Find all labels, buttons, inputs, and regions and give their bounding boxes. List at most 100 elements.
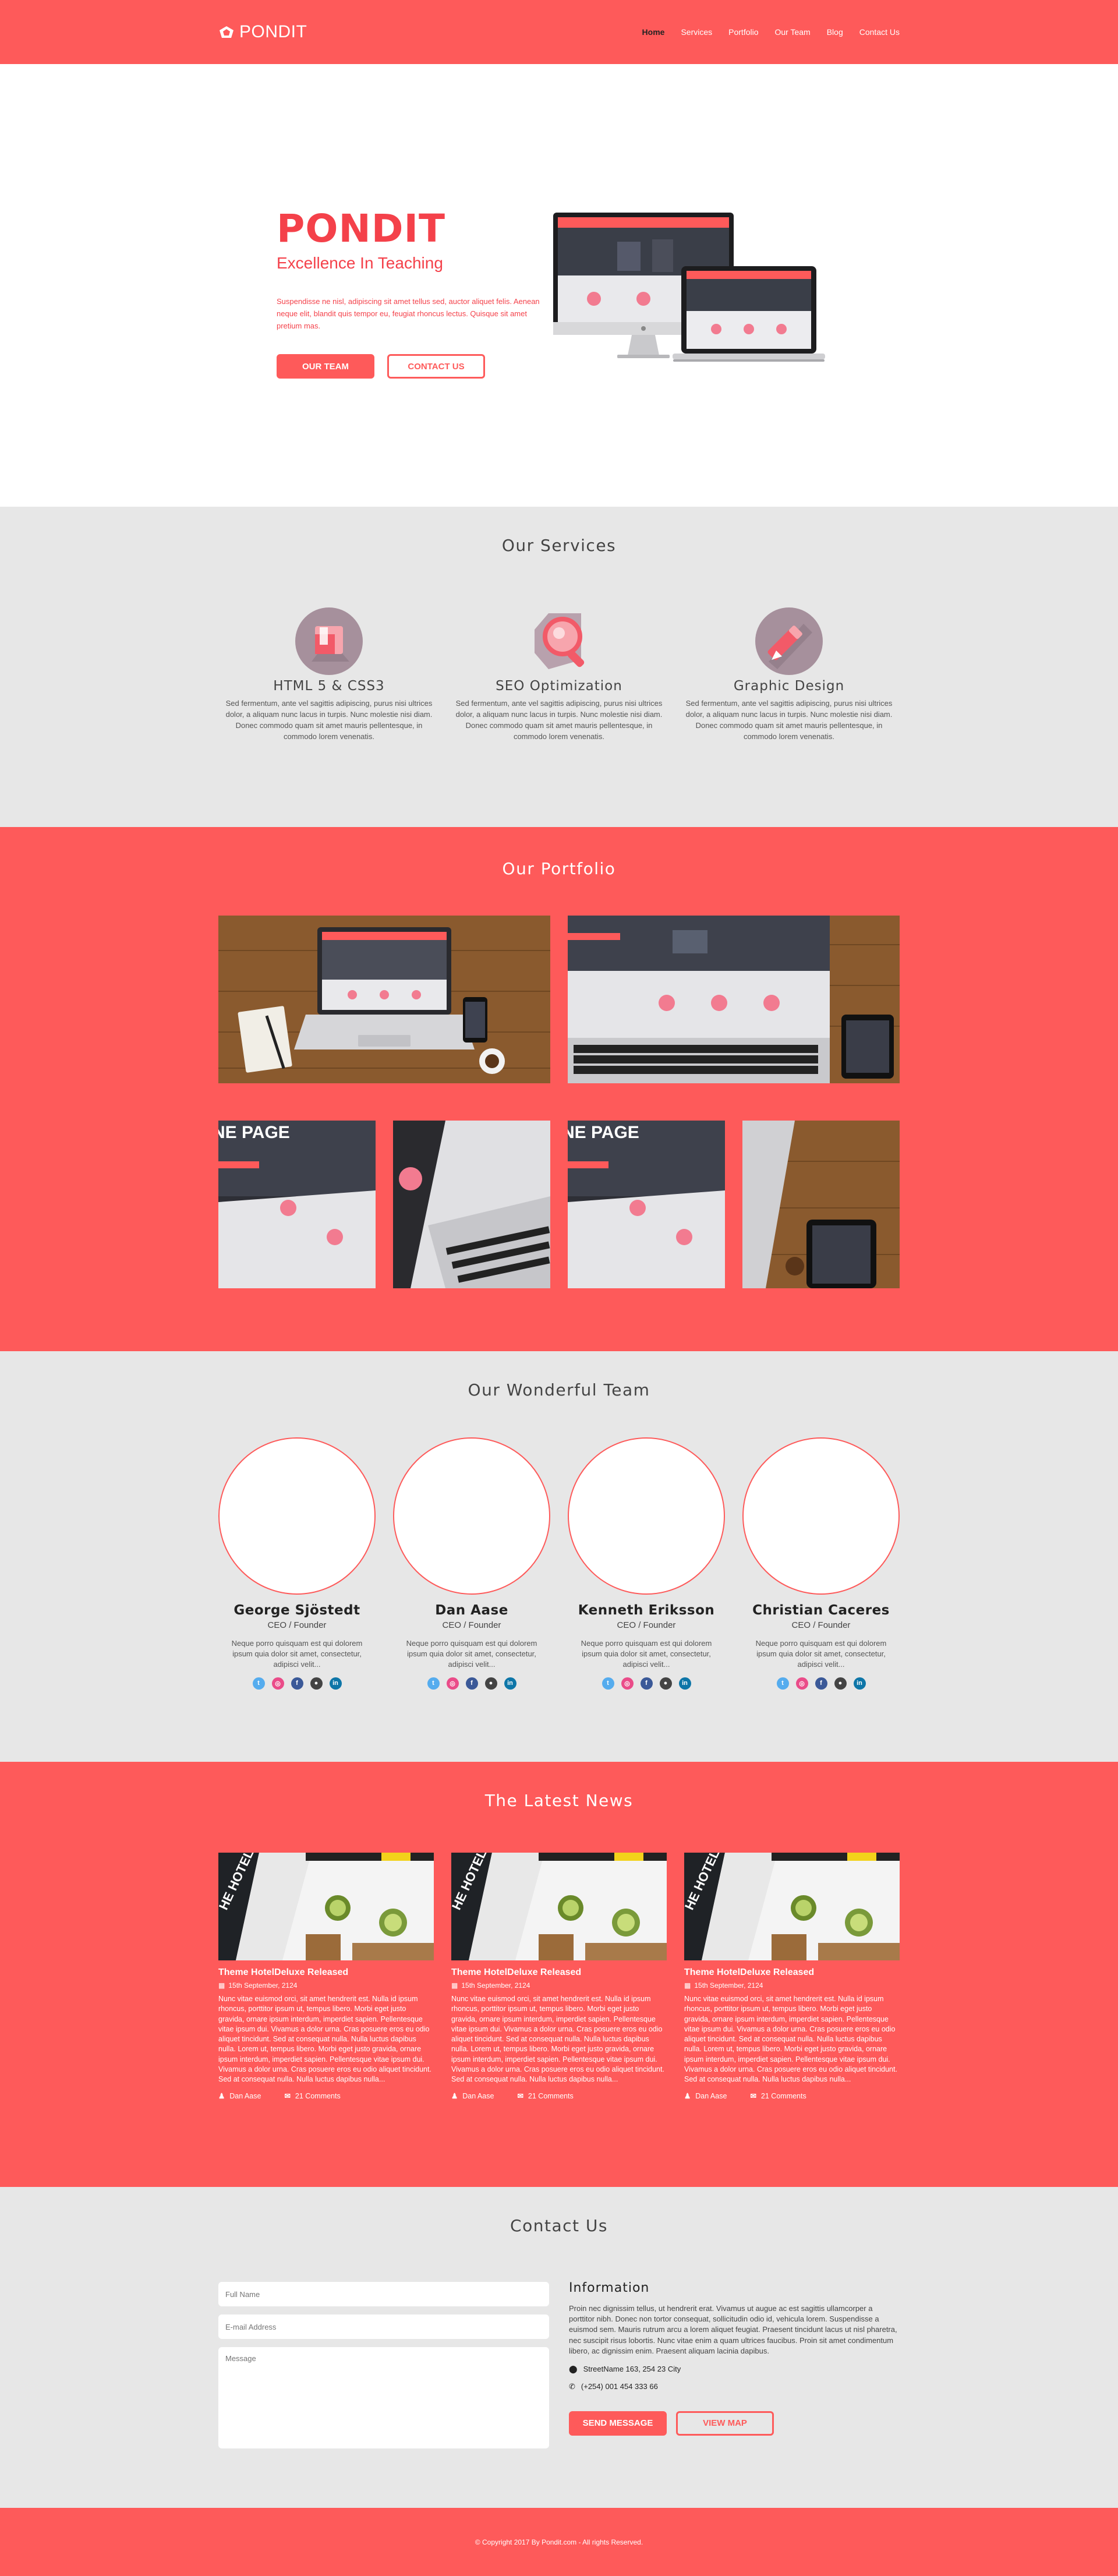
phone-icon: ✆ — [569, 2381, 575, 2391]
news-post: HE HOTELS Theme HotelDeluxe Released ▦ 1… — [451, 1853, 667, 2100]
dribbble-icon[interactable]: ◎ — [446, 1677, 459, 1690]
nav-item-home[interactable]: Home — [642, 27, 665, 37]
service-name: Graphic Design — [733, 679, 845, 694]
contact-info: Information Proin nec dignissim tellus, … — [569, 2281, 900, 2457]
facebook-icon[interactable]: f — [815, 1677, 827, 1690]
post-thumbnail[interactable]: HE HOTELS — [451, 1853, 667, 1960]
dribbble-icon[interactable]: ◎ — [621, 1677, 634, 1690]
linkedin-icon[interactable]: in — [504, 1677, 516, 1690]
brand-logo[interactable]: PONDIT — [218, 22, 307, 42]
portfolio-item[interactable] — [393, 1121, 550, 1288]
nav-item-our-team[interactable]: Our Team — [775, 27, 811, 37]
portfolio-item[interactable] — [218, 916, 550, 1083]
services-section: Our Services HTML 5 & CSS3 Sed fermentum… — [0, 507, 1118, 827]
message-textarea[interactable] — [218, 2347, 549, 2448]
service-card: SEO Optimization Sed fermentum, ante vel… — [451, 606, 667, 742]
info-title: Information — [569, 2281, 650, 2295]
post-author[interactable]: ♟ Dan Aase — [451, 2091, 494, 2101]
portfolio-item[interactable]: NE PAGE — [218, 1121, 376, 1288]
member-role: CEO / Founder — [617, 1620, 676, 1630]
svg-text:NE PAGE: NE PAGE — [218, 1123, 290, 1142]
post-comments[interactable]: ✉ 21 Comments — [517, 2091, 574, 2101]
top-navbar: PONDIT Home Services Portfolio Our Team … — [0, 0, 1118, 64]
portfolio-item[interactable] — [742, 1121, 900, 1288]
footer: © Copyright 2017 By Pondit.com - All rig… — [0, 2508, 1118, 2576]
contact-us-button[interactable]: CONTACT US — [387, 354, 485, 379]
send-message-button[interactable]: SEND MESSAGE — [569, 2411, 667, 2436]
twitter-icon[interactable]: t — [776, 1677, 789, 1690]
twitter-icon[interactable]: t — [427, 1677, 440, 1690]
linkedin-icon[interactable]: in — [329, 1677, 342, 1690]
post-excerpt: Nunc vitae euismod orci, sit amet hendre… — [684, 1995, 897, 2083]
portfolio-section: Our Portfolio NE PAGE NE PAGE — [0, 827, 1118, 1351]
brand-name: PONDIT — [239, 22, 307, 41]
team-member-card: Dan Aase CEO / Founder Neque porro quisq… — [393, 1437, 550, 1690]
svg-text:NE PAGE: NE PAGE — [568, 1123, 639, 1142]
post-comments[interactable]: ✉ 21 Comments — [284, 2091, 340, 2101]
service-name: SEO Optimization — [496, 679, 622, 694]
team-member-card: Christian Caceres CEO / Founder Neque po… — [742, 1437, 900, 1690]
post-date: ▦ 15th September, 2124 — [684, 1981, 900, 1990]
nav-item-contact[interactable]: Contact Us — [859, 27, 900, 37]
news-title: The Latest News — [484, 1791, 634, 1810]
email-input[interactable] — [218, 2314, 549, 2339]
news-section: The Latest News HE HOTELS Theme HotelDel… — [0, 1762, 1118, 2187]
post-author[interactable]: ♟ Dan Aase — [218, 2091, 261, 2101]
github-icon[interactable]: ● — [659, 1677, 672, 1690]
address-text: StreetName 163, 254 23 City — [583, 2365, 681, 2374]
twitter-icon[interactable]: t — [252, 1677, 265, 1690]
post-meta: ♟ Dan Aase ✉ 21 Comments — [451, 2091, 667, 2101]
post-title[interactable]: Theme HotelDeluxe Released — [684, 1967, 900, 1978]
portfolio-item[interactable] — [568, 916, 900, 1083]
social-links: t ◎ f ● in — [218, 1677, 376, 1690]
post-author[interactable]: ♟ Dan Aase — [684, 2091, 727, 2101]
post-title[interactable]: Theme HotelDeluxe Released — [451, 1967, 667, 1978]
dribbble-icon[interactable]: ◎ — [271, 1677, 284, 1690]
comment-icon: ✉ — [517, 2092, 523, 2101]
post-title[interactable]: Theme HotelDeluxe Released — [218, 1967, 434, 1978]
post-date-text: 15th September, 2124 — [694, 1981, 763, 1990]
post-date-text: 15th September, 2124 — [461, 1981, 530, 1990]
github-icon[interactable]: ● — [310, 1677, 323, 1690]
service-name: HTML 5 & CSS3 — [273, 679, 385, 694]
post-comments[interactable]: ✉ 21 Comments — [750, 2091, 806, 2101]
logo-icon — [220, 26, 233, 38]
facebook-icon[interactable]: f — [640, 1677, 653, 1690]
github-icon[interactable]: ● — [834, 1677, 847, 1690]
linkedin-icon[interactable]: in — [853, 1677, 866, 1690]
member-bio: Neque porro quisquam est qui dolorem ips… — [231, 1639, 363, 1669]
post-date: ▦ 15th September, 2124 — [218, 1981, 434, 1990]
post-comments-text: 21 Comments — [528, 2091, 574, 2100]
avatar — [393, 1437, 550, 1595]
post-thumbnail[interactable]: HE HOTELS — [218, 1853, 434, 1960]
full-name-input[interactable] — [218, 2282, 549, 2306]
hero-subtitle: Excellence In Teaching — [277, 254, 443, 272]
main-nav: Home Services Portfolio Our Team Blog Co… — [642, 27, 900, 37]
post-thumbnail[interactable]: HE HOTELS — [684, 1853, 900, 1960]
view-map-button[interactable]: VIEW MAP — [676, 2411, 774, 2436]
our-team-button[interactable]: OUR TEAM — [277, 354, 374, 379]
post-date-text: 15th September, 2124 — [228, 1981, 298, 1990]
facebook-icon[interactable]: f — [465, 1677, 478, 1690]
facebook-icon[interactable]: f — [291, 1677, 303, 1690]
member-role: CEO / Founder — [267, 1620, 327, 1630]
calendar-icon: ▦ — [218, 1981, 225, 1990]
dribbble-icon[interactable]: ◎ — [795, 1677, 808, 1690]
github-icon[interactable]: ● — [484, 1677, 497, 1690]
post-date: ▦ 15th September, 2124 — [451, 1981, 667, 1990]
member-bio: Neque porro quisquam est qui dolorem ips… — [406, 1639, 537, 1669]
team-section: Our Wonderful Team George Sjöstedt CEO /… — [0, 1351, 1118, 1762]
team-member-card: Kenneth Eriksson CEO / Founder Neque por… — [568, 1437, 725, 1690]
portfolio-item[interactable]: NE PAGE — [568, 1121, 725, 1288]
user-icon: ♟ — [218, 2092, 225, 2101]
nav-item-services[interactable]: Services — [681, 27, 712, 37]
twitter-icon[interactable]: t — [602, 1677, 614, 1690]
post-comments-text: 21 Comments — [760, 2091, 806, 2100]
nav-item-portfolio[interactable]: Portfolio — [728, 27, 758, 37]
phone-line: ✆ (+254) 001 454 333 66 — [569, 2382, 900, 2391]
calendar-icon: ▦ — [451, 1981, 458, 1990]
nav-item-blog[interactable]: Blog — [827, 27, 843, 37]
social-links: t ◎ f ● in — [568, 1677, 725, 1690]
services-title: Our Services — [501, 536, 617, 555]
linkedin-icon[interactable]: in — [678, 1677, 691, 1690]
